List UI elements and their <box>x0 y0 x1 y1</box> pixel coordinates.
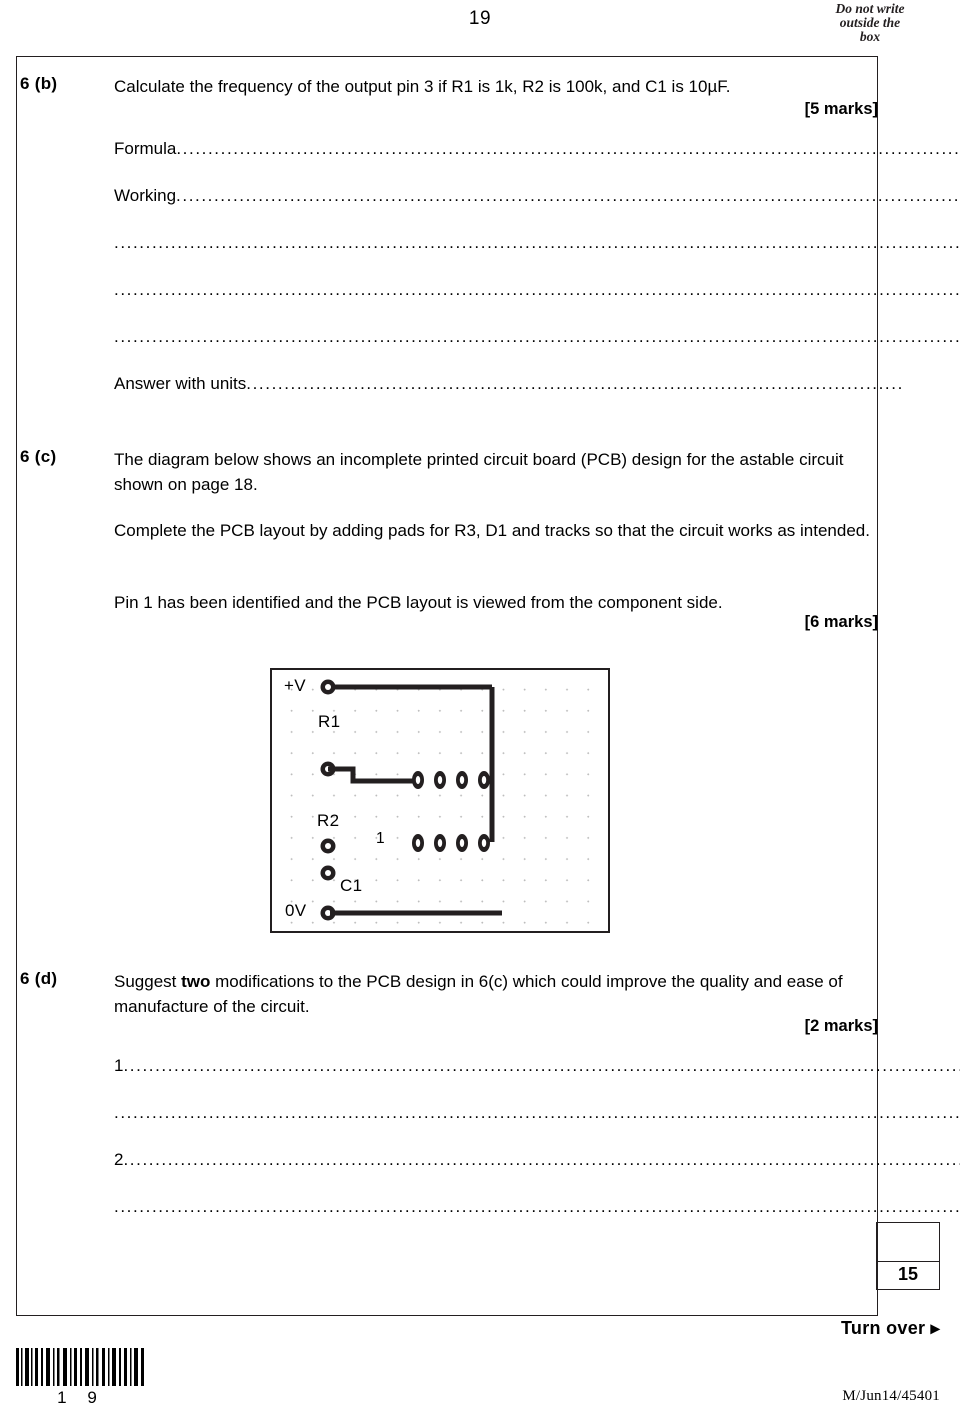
answer-line-6d-2-dots: ........................................… <box>123 1150 960 1169</box>
answer-line-working-dots: ........................................… <box>176 186 960 205</box>
answer-line-answer-with-units[interactable]: Answer with units.......................… <box>114 374 904 394</box>
answer-line-6d-1-cont[interactable]: ........................................… <box>114 1103 960 1123</box>
ic-pads-bottom-row <box>412 834 490 852</box>
answer-line-working[interactable]: Working.................................… <box>114 186 960 206</box>
question-6c-paragraph-2: Complete the PCB layout by adding pads f… <box>114 521 870 540</box>
do-not-write-line-3: box <box>859 29 881 44</box>
do-not-write-line-2: outside the <box>839 15 901 30</box>
answer-line-working-prompt: Working <box>114 186 177 205</box>
question-6b-label: 6 (b) <box>20 74 58 93</box>
pad-c1 <box>320 865 336 881</box>
paper-code: M/Jun14/45401 <box>842 1388 940 1404</box>
question-6b-marks: [5 marks] <box>804 100 878 118</box>
answer-line-6d-1-dots: ........................................… <box>123 1056 960 1075</box>
answer-line-blank-2[interactable]: ........................................… <box>114 280 960 300</box>
pcb-label-r2: R2 <box>317 811 340 830</box>
turn-over-label: Turn over <box>840 1318 926 1338</box>
question-6c-label: 6 (c) <box>20 447 57 466</box>
question-6d-text-full: Suggest two modifications to the PCB des… <box>114 972 843 1016</box>
pad-plus-v <box>320 679 336 695</box>
score-box-divider <box>877 1261 939 1262</box>
question-6d-label: 6 (d) <box>20 969 58 988</box>
pcb-label-zero-v: 0V <box>285 901 307 920</box>
question-6b-text: Calculate the frequency of the output pi… <box>114 77 731 96</box>
do-not-write-outside-box-note: Do not write outside the box <box>800 2 940 44</box>
answer-line-formula-prompt: Formula <box>114 139 177 158</box>
pad-r2-upper <box>320 838 336 854</box>
pcb-layout-diagram: +V R1 R2 1 C1 0V <box>270 668 610 933</box>
question-6d-marks: [2 marks] <box>804 1017 878 1035</box>
question-score-box: 15 <box>876 1222 940 1290</box>
answer-line-6d-1[interactable]: 1.......................................… <box>114 1056 960 1076</box>
answer-line-formula[interactable]: Formula.................................… <box>114 139 960 159</box>
pcb-label-c1: C1 <box>340 876 363 895</box>
turn-over-arrow-icon: ▸ <box>930 1318 940 1338</box>
pcb-label-plus-v: +V <box>284 676 306 695</box>
pcb-tracks-and-pads <box>320 679 502 921</box>
question-6c-paragraph-1: The diagram below shows an incomplete pr… <box>114 450 844 494</box>
answer-line-6d-2[interactable]: 2.......................................… <box>114 1150 960 1170</box>
answer-line-6d-2-cont[interactable]: ........................................… <box>114 1197 960 1217</box>
answer-line-formula-dots: ........................................… <box>176 139 960 158</box>
question-6c-marks: [6 marks] <box>804 613 878 631</box>
answer-line-answer-with-units-prompt: Answer with units <box>114 374 247 393</box>
score-box-value: 15 <box>897 1264 919 1284</box>
ic-pads-top-row <box>412 771 490 789</box>
pcb-label-pin-1: 1 <box>376 830 385 847</box>
barcode-digits: 1 9 <box>57 1388 105 1407</box>
barcode <box>16 1348 144 1386</box>
track-r1-to-ic <box>328 766 416 784</box>
do-not-write-line-1: Do not write <box>835 1 905 16</box>
answer-line-answer-with-units-dots: ........................................… <box>246 374 904 393</box>
question-6c-paragraph-3: Pin 1 has been identified and the PCB la… <box>114 593 723 612</box>
answer-line-blank-1[interactable]: ........................................… <box>114 233 960 253</box>
answer-line-blank-3[interactable]: ........................................… <box>114 327 960 347</box>
question-6d-text: Suggest two modifications to the PCB des… <box>114 969 874 1019</box>
turn-over-text: Turn over ▸ <box>841 1318 940 1339</box>
pcb-label-r1: R1 <box>318 712 341 731</box>
